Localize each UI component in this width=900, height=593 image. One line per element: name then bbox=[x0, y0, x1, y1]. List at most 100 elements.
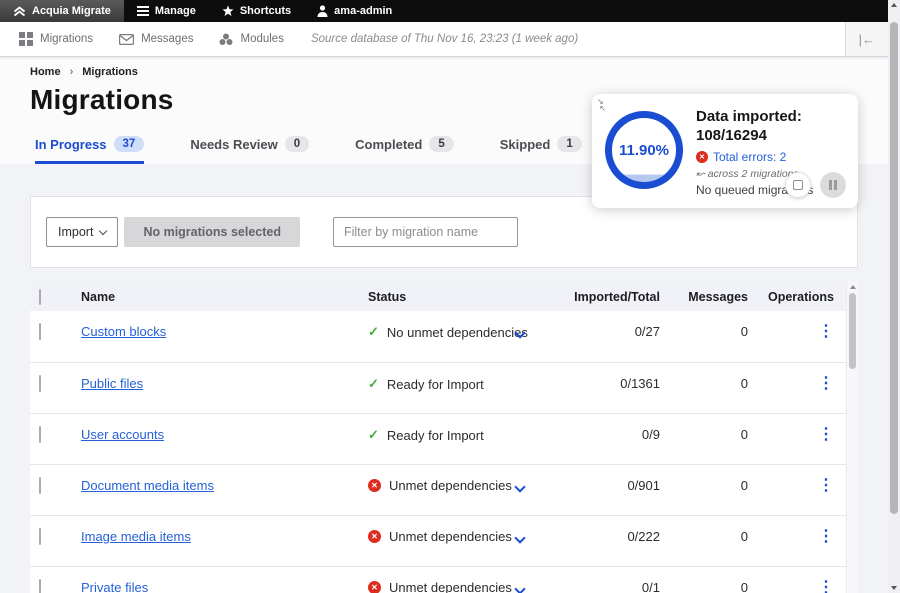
table-header-row: Name Status Imported/Total Messages Oper… bbox=[30, 282, 846, 311]
messages-count: 0 bbox=[660, 324, 748, 339]
scroll-down-icon[interactable] bbox=[891, 586, 897, 590]
messages-count: 0 bbox=[660, 529, 748, 544]
tab-label: Completed bbox=[355, 137, 422, 152]
check-icon: ✓ bbox=[368, 376, 379, 392]
header-name: Name bbox=[81, 290, 368, 304]
tab-count-badge: 37 bbox=[114, 136, 145, 152]
tab-needs-review[interactable]: Needs Review 0 bbox=[190, 136, 309, 164]
row-checkbox[interactable] bbox=[39, 579, 41, 593]
migration-link[interactable]: Document media items bbox=[81, 478, 214, 493]
chevron-down-icon bbox=[99, 226, 107, 234]
scrollbar-thumb[interactable] bbox=[890, 22, 898, 514]
collapse-left-icon: |← bbox=[859, 32, 875, 47]
toolbar-item-migrations[interactable]: Migrations bbox=[6, 22, 106, 56]
header-imported-total: Imported/Total bbox=[558, 290, 660, 304]
import-dropdown-button[interactable]: Import bbox=[46, 217, 118, 247]
error-icon: ✕ bbox=[368, 581, 381, 593]
expand-chevron-icon[interactable] bbox=[514, 532, 525, 543]
operations-kebab-icon[interactable]: ⋮ bbox=[818, 428, 834, 442]
header-status: Status bbox=[368, 290, 558, 304]
migration-link[interactable]: Private files bbox=[81, 580, 148, 593]
imported-total: 0/27 bbox=[558, 324, 660, 339]
import-label: Import bbox=[58, 225, 93, 239]
scroll-up-icon[interactable] bbox=[850, 285, 856, 289]
modules-label: Modules bbox=[240, 33, 283, 45]
migrations-label: Migrations bbox=[40, 33, 93, 45]
modules-icon bbox=[219, 33, 233, 46]
stop-icon bbox=[793, 180, 803, 190]
scroll-up-icon[interactable] bbox=[891, 3, 897, 7]
manage-label: Manage bbox=[155, 5, 196, 17]
toolbar-collapse-button[interactable]: |← bbox=[845, 22, 888, 56]
user-icon bbox=[317, 5, 328, 17]
check-icon: ✓ bbox=[368, 427, 379, 443]
import-progress-popup: ↘ ↖ 11.90% Data imported: 108/16294 ✕ To… bbox=[592, 94, 858, 208]
messages-count: 0 bbox=[660, 580, 748, 593]
header-messages: Messages bbox=[660, 290, 748, 304]
messages-count: 0 bbox=[660, 376, 748, 391]
pause-icon bbox=[829, 180, 837, 190]
operations-kebab-icon[interactable]: ⋮ bbox=[818, 325, 834, 339]
status-text: Unmet dependencies bbox=[389, 580, 512, 593]
acquia-migrate-brand[interactable]: Acquia Migrate bbox=[0, 0, 124, 22]
breadcrumb-separator-icon: › bbox=[70, 66, 74, 78]
breadcrumb-home-link[interactable]: Home bbox=[30, 66, 61, 78]
source-database-note: Source database of Thu Nov 16, 23:23 (1 … bbox=[297, 22, 592, 56]
row-checkbox[interactable] bbox=[39, 477, 41, 494]
tab-in-progress[interactable]: In Progress 37 bbox=[35, 136, 144, 164]
status-text: Ready for Import bbox=[387, 377, 484, 392]
migration-link[interactable]: Custom blocks bbox=[81, 324, 166, 339]
total-errors-link[interactable]: Total errors: 2 bbox=[713, 150, 786, 164]
imported-total: 0/1 bbox=[558, 580, 660, 593]
tab-completed[interactable]: Completed 5 bbox=[355, 136, 454, 164]
migration-link[interactable]: Public files bbox=[81, 376, 143, 391]
data-imported-label: Data imported: bbox=[696, 107, 813, 126]
migration-link[interactable]: Image media items bbox=[81, 529, 191, 544]
shortcuts-menu[interactable]: Shortcuts bbox=[209, 0, 304, 22]
user-menu[interactable]: ama-admin bbox=[304, 0, 405, 22]
admin-toolbar: Acquia Migrate Manage Shortcuts ama-admi… bbox=[0, 0, 888, 22]
stop-button[interactable] bbox=[785, 172, 811, 198]
pause-button[interactable] bbox=[820, 172, 846, 198]
table-scrollbar[interactable] bbox=[846, 282, 858, 593]
operations-kebab-icon[interactable]: ⋮ bbox=[818, 530, 834, 544]
toolbar-item-modules[interactable]: Modules bbox=[206, 22, 296, 56]
header-operations: Operations bbox=[748, 290, 846, 304]
user-label: ama-admin bbox=[334, 5, 392, 17]
operations-kebab-icon[interactable]: ⋮ bbox=[818, 377, 834, 391]
scrollbar-thumb[interactable] bbox=[849, 293, 856, 369]
error-icon: ✕ bbox=[368, 479, 381, 492]
no-migrations-selected-button: No migrations selected bbox=[124, 217, 300, 247]
star-icon bbox=[222, 5, 234, 17]
messages-count: 0 bbox=[660, 427, 748, 442]
acquia-logo-icon bbox=[13, 6, 26, 17]
row-checkbox[interactable] bbox=[39, 528, 41, 545]
operations-kebab-icon[interactable]: ⋮ bbox=[818, 479, 834, 493]
tab-skipped[interactable]: Skipped 1 bbox=[500, 136, 582, 164]
row-checkbox[interactable] bbox=[39, 323, 41, 340]
page-scrollbar[interactable] bbox=[888, 0, 900, 593]
table-row: Custom blocks ✓ No unmet dependencies 0/… bbox=[30, 311, 846, 362]
envelope-icon bbox=[119, 34, 134, 45]
progress-percent: 11.90% bbox=[619, 142, 669, 159]
imported-total: 0/9 bbox=[558, 427, 660, 442]
migration-filter-input[interactable] bbox=[333, 217, 518, 247]
collapse-arrows-icon[interactable]: ↘ ↖ bbox=[597, 98, 606, 112]
check-icon: ✓ bbox=[368, 324, 379, 340]
operations-kebab-icon[interactable]: ⋮ bbox=[818, 581, 834, 593]
toolbar-item-messages[interactable]: Messages bbox=[106, 22, 206, 56]
expand-chevron-icon[interactable] bbox=[514, 583, 525, 593]
manage-menu[interactable]: Manage bbox=[124, 0, 209, 22]
tab-count-badge: 5 bbox=[429, 136, 453, 152]
messages-label: Messages bbox=[141, 33, 193, 45]
select-all-checkbox[interactable] bbox=[39, 289, 41, 305]
progress-donut: 11.90% bbox=[605, 111, 683, 189]
row-checkbox[interactable] bbox=[39, 426, 41, 443]
error-icon: ✕ bbox=[368, 530, 381, 543]
page-content: Import No migrations selected Name Statu… bbox=[0, 196, 888, 593]
tab-label: Skipped bbox=[500, 137, 551, 152]
migration-link[interactable]: User accounts bbox=[81, 427, 164, 442]
expand-chevron-icon[interactable] bbox=[514, 481, 525, 492]
messages-count: 0 bbox=[660, 478, 748, 493]
row-checkbox[interactable] bbox=[39, 375, 41, 392]
